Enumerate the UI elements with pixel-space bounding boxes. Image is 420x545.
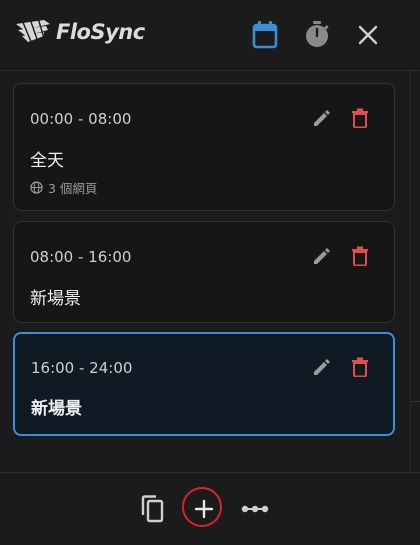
calendar-button[interactable]	[250, 20, 280, 50]
delete-button[interactable]	[348, 355, 372, 379]
more-icon	[241, 505, 269, 513]
scene-list: 00:00 - 08:00 全天 3 個網頁 08:00 - 16:00 新場景…	[0, 71, 410, 472]
delete-button[interactable]	[348, 244, 372, 268]
pencil-icon	[314, 110, 330, 126]
scene-card-active[interactable]: 16:00 - 24:00 新場景	[13, 332, 395, 436]
edit-button[interactable]	[310, 106, 334, 130]
edit-button[interactable]	[310, 355, 334, 379]
copy-button[interactable]	[134, 491, 170, 527]
scene-name: 新場景	[30, 289, 81, 309]
copy-icon	[141, 495, 164, 523]
scene-time: 00:00 - 08:00	[30, 110, 132, 128]
calendar-icon	[252, 21, 278, 49]
web-page-count: 3 個網頁	[48, 181, 98, 196]
pencil-icon	[314, 359, 330, 375]
scene-meta: 3 個網頁	[30, 178, 97, 197]
timer-button[interactable]	[302, 20, 332, 50]
stopwatch-icon	[306, 21, 329, 47]
scene-name: 全天	[30, 151, 64, 171]
globe-icon	[30, 181, 43, 194]
app-header: FloSync	[0, 0, 420, 71]
close-icon	[358, 25, 378, 45]
scene-card[interactable]: 00:00 - 08:00 全天 3 個網頁	[13, 83, 395, 211]
flosync-logo-icon	[16, 18, 50, 45]
trash-icon	[352, 246, 368, 266]
delete-button[interactable]	[348, 106, 372, 130]
scene-card[interactable]: 08:00 - 16:00 新場景	[13, 221, 395, 323]
scene-name: 新場景	[31, 399, 82, 419]
app-title: FloSync	[56, 20, 145, 44]
more-button[interactable]	[237, 491, 273, 527]
highlight-ring	[182, 487, 222, 527]
scene-time: 08:00 - 16:00	[30, 248, 132, 266]
trash-icon	[352, 357, 368, 377]
trash-icon	[352, 108, 368, 128]
edit-button[interactable]	[310, 244, 334, 268]
pencil-icon	[314, 248, 330, 264]
scene-time: 16:00 - 24:00	[31, 359, 133, 377]
scrollbar[interactable]	[410, 71, 420, 401]
close-button[interactable]	[353, 20, 383, 50]
add-scene-button[interactable]	[182, 487, 222, 527]
app-logo: FloSync	[14, 18, 145, 46]
footer-toolbar	[0, 472, 420, 545]
scrollbar-track	[410, 401, 420, 473]
